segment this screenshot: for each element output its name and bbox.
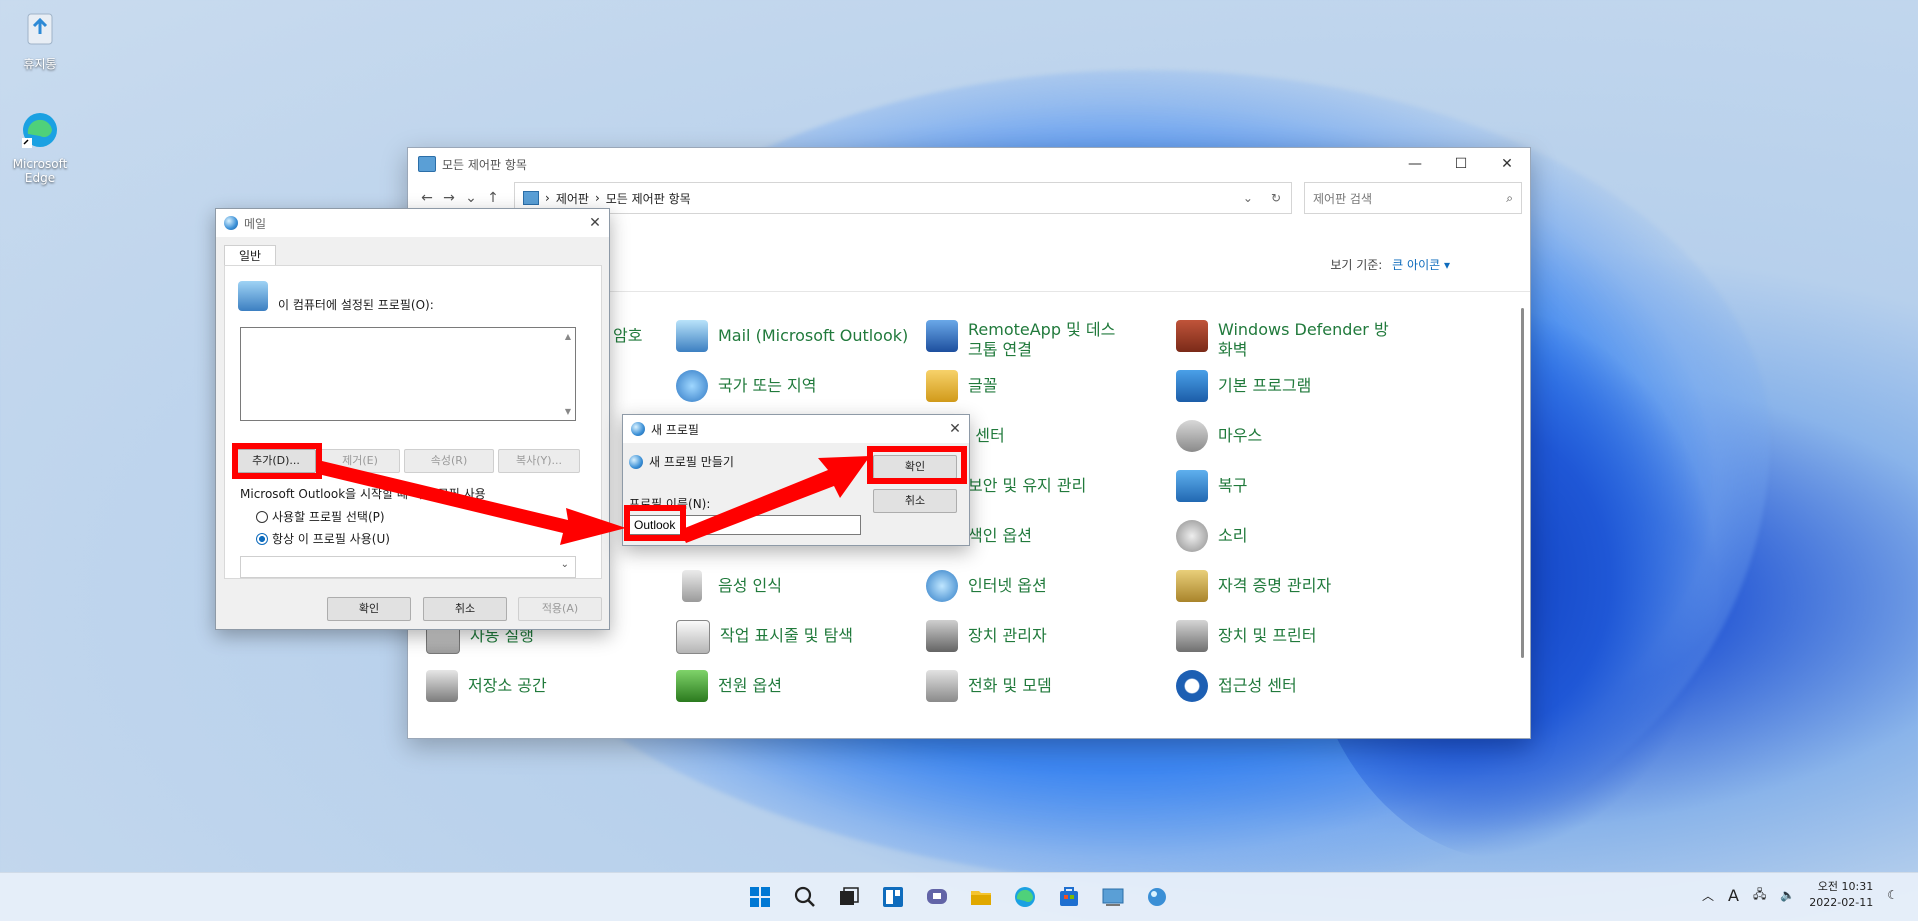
task-view-icon[interactable] (837, 885, 861, 909)
network-icon[interactable]: 🖧 (1753, 885, 1766, 906)
clock[interactable]: 오전 10:31 2022-02-11 (1809, 879, 1873, 911)
search-icon[interactable] (793, 885, 817, 909)
arrow-to-ok-button (680, 456, 870, 543)
file-explorer-icon[interactable] (969, 885, 993, 909)
start-windows-icon[interactable] (748, 885, 772, 909)
store-icon[interactable] (1057, 885, 1081, 909)
clock-date: 2022-02-11 (1809, 896, 1874, 909)
input-language-indicator[interactable]: A (1728, 886, 1739, 905)
system-tray: ︿ A 🖧 🔈 오전 10:31 2022-02-11 ☾ (1702, 879, 1898, 911)
arrow-to-profile-name (318, 461, 626, 545)
tray-overflow-chevron-icon[interactable]: ︿ (1702, 887, 1714, 904)
notification-moon-icon[interactable]: ☾ (1887, 888, 1898, 902)
annotation-arrows (318, 456, 870, 545)
control-panel-taskbar-icon[interactable] (1101, 885, 1125, 909)
clock-time: 오전 10:31 (1817, 880, 1874, 893)
edge-taskbar-icon[interactable] (1013, 885, 1037, 909)
volume-icon[interactable]: 🔈 (1780, 888, 1795, 902)
taskbar: ︿ A 🖧 🔈 오전 10:31 2022-02-11 ☾ (0, 872, 1918, 921)
mail-taskbar-icon[interactable] (1145, 885, 1169, 909)
widgets-icon[interactable] (881, 885, 905, 909)
chat-icon[interactable] (925, 885, 949, 909)
